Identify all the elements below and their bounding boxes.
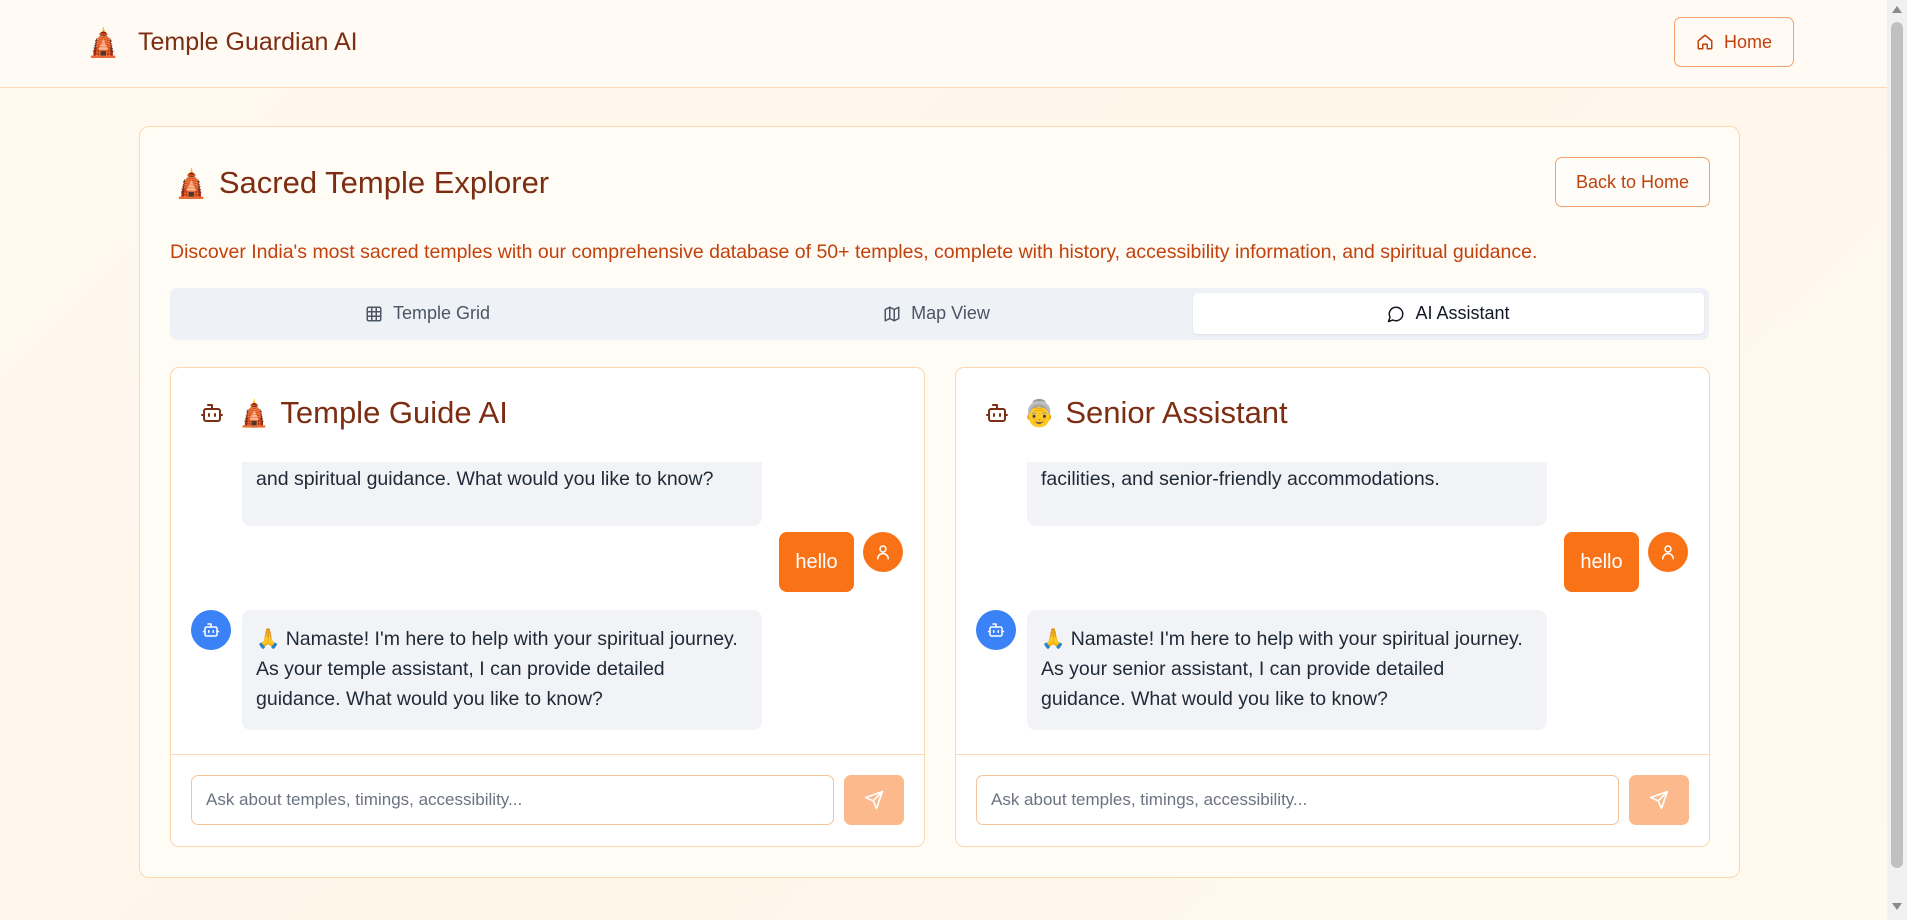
send-icon [1649, 790, 1669, 810]
elder-emoji-icon: 👵 [1023, 397, 1056, 428]
back-to-home-button[interactable]: Back to Home [1555, 157, 1710, 207]
house-icon [1697, 34, 1713, 50]
temple-guide-chat-panel: 🛕 Temple Guide AI and spiritual guidance… [170, 367, 925, 847]
bot-icon [201, 404, 223, 422]
home-button[interactable]: Home [1674, 17, 1794, 67]
temple-logo-icon: 🛕 [86, 27, 121, 58]
senior-assistant-chat-panel: 👵 Senior Assistant facilities, and senio… [955, 367, 1710, 847]
ai-message: facilities, and senior-friendly accommod… [1027, 462, 1547, 526]
panel-title-text: Temple Guide AI [280, 395, 508, 430]
page-scrollbar[interactable] [1887, 0, 1907, 920]
ai-message: 🙏 Namaste! I'm here to help with your sp… [1027, 610, 1547, 730]
bot-avatar [976, 610, 1016, 650]
send-icon [864, 790, 884, 810]
page-title-text: Sacred Temple Explorer [218, 165, 550, 200]
message-list[interactable]: facilities, and senior-friendly accommod… [956, 462, 1709, 750]
grid-icon [366, 306, 382, 321]
tab-label: Temple Grid [392, 303, 491, 323]
chat-input-bar [171, 754, 924, 846]
page-description: Discover India's most sacred temples wit… [170, 241, 1538, 263]
brand[interactable]: 🛕 Temple Guardian AI [86, 26, 358, 59]
bot-avatar [191, 610, 231, 650]
temple-emoji-icon: 🛕 [238, 397, 271, 428]
tab-ai-assistant[interactable]: AI Assistant [1193, 293, 1704, 334]
user-message: hello [1564, 532, 1639, 592]
panel-title: 🛕 Temple Guide AI [200, 395, 508, 431]
user-avatar [863, 532, 903, 572]
top-navbar: 🛕 Temple Guardian AI Home [0, 0, 1887, 88]
chat-input[interactable] [976, 775, 1619, 825]
chat-bubble-icon [1388, 306, 1404, 322]
tab-label: Map View [911, 303, 990, 323]
bot-icon [986, 404, 1008, 422]
tab-label: AI Assistant [1415, 303, 1510, 323]
chat-input-bar [956, 754, 1709, 846]
bot-icon [202, 623, 220, 637]
home-button-label: Home [1723, 31, 1772, 52]
tab-temple-grid[interactable]: Temple Grid [175, 293, 680, 334]
panel-title: 👵 Senior Assistant [985, 395, 1288, 431]
scroll-up-arrow-icon[interactable] [1892, 6, 1902, 13]
map-icon [884, 306, 900, 321]
send-button[interactable] [844, 775, 904, 825]
temple-explorer-card: 🛕 Sacred Temple Explorer Back to Home Di… [139, 126, 1740, 878]
message-list[interactable]: and spiritual guidance. What would you l… [171, 462, 924, 750]
page-title: 🛕 Sacred Temple Explorer [174, 165, 549, 201]
user-avatar [1648, 532, 1688, 572]
chat-input[interactable] [191, 775, 834, 825]
scrollbar-thumb[interactable] [1891, 22, 1903, 868]
user-message: hello [779, 532, 854, 592]
app-title: Temple Guardian AI [138, 28, 358, 56]
tab-map-view[interactable]: Map View [684, 293, 1189, 334]
ai-message: and spiritual guidance. What would you l… [242, 462, 762, 526]
bot-icon [987, 623, 1005, 637]
scroll-down-arrow-icon[interactable] [1892, 903, 1902, 910]
temple-emoji-icon: 🛕 [174, 167, 209, 199]
ai-message: 🙏 Namaste! I'm here to help with your sp… [242, 610, 762, 730]
user-icon [877, 545, 889, 560]
panel-title-text: Senior Assistant [1065, 395, 1288, 430]
send-button[interactable] [1629, 775, 1689, 825]
view-tabs: Temple Grid Map View AI Assistant [170, 288, 1709, 340]
user-icon [1662, 545, 1674, 560]
